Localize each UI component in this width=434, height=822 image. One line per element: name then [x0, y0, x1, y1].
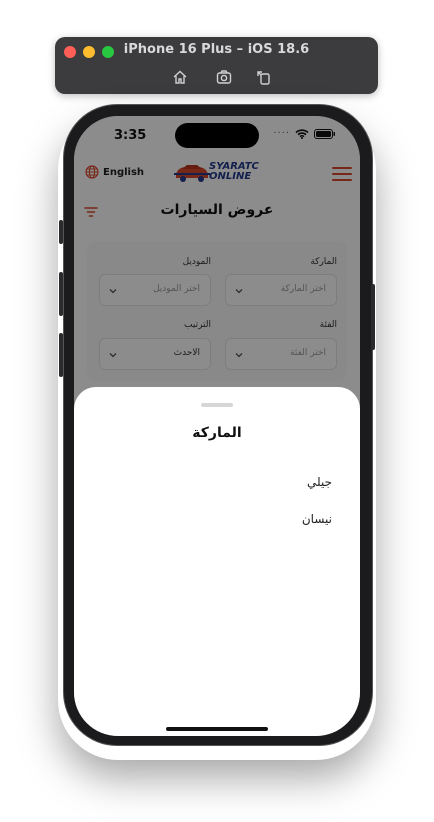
- sheet-title: الماركة: [192, 425, 242, 441]
- phone-screen: 3:35 ···· English SYARATC ONLINE عروض ال…: [74, 116, 360, 736]
- sheet-grabber[interactable]: [201, 403, 233, 407]
- home-indicator[interactable]: [166, 727, 268, 731]
- action-button: [59, 220, 63, 244]
- simulator-title: iPhone 16 Plus – iOS 18.6: [123, 42, 310, 57]
- simulator-toolbar: iPhone 16 Plus – iOS 18.6: [55, 37, 378, 94]
- screenshot-icon[interactable]: [215, 68, 233, 86]
- home-icon[interactable]: [171, 68, 189, 86]
- brand-bottom-sheet: الماركة جيلي نيسان: [74, 387, 360, 736]
- brand-option-geely[interactable]: جيلي: [307, 475, 332, 489]
- brand-option-nissan[interactable]: نيسان: [302, 512, 332, 526]
- volume-down-button: [59, 333, 63, 377]
- power-button: [371, 284, 375, 350]
- volume-up-button: [59, 272, 63, 316]
- rotate-icon[interactable]: [255, 68, 273, 86]
